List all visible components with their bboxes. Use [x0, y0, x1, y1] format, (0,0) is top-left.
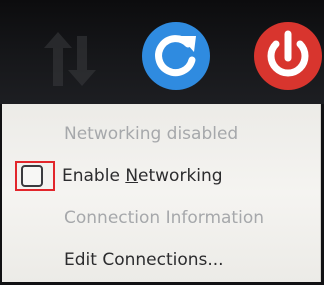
refresh-icon[interactable]	[140, 20, 212, 92]
enable-label-post: etworking	[138, 166, 223, 186]
networking-status-item: Networking disabled	[2, 114, 320, 154]
enable-label-mnemonic: N	[125, 166, 139, 186]
edit-connections-label: Edit Connections...	[64, 250, 224, 270]
enable-label-pre: Enable	[62, 166, 126, 186]
enable-networking-item[interactable]: Enable Networking	[2, 156, 320, 196]
edit-connections-item[interactable]: Edit Connections...	[2, 240, 320, 280]
top-panel	[0, 0, 324, 104]
networking-status-label: Networking disabled	[64, 124, 239, 144]
connection-information-item: Connection Information	[2, 198, 320, 238]
enable-networking-checkbox[interactable]	[21, 165, 43, 187]
connection-information-label: Connection Information	[64, 208, 264, 228]
enable-networking-label: Enable Networking	[62, 156, 223, 196]
network-menu: Networking disabled Enable Networking Co…	[2, 104, 321, 282]
network-disconnected-icon[interactable]	[40, 28, 98, 90]
power-icon[interactable]	[252, 20, 324, 92]
